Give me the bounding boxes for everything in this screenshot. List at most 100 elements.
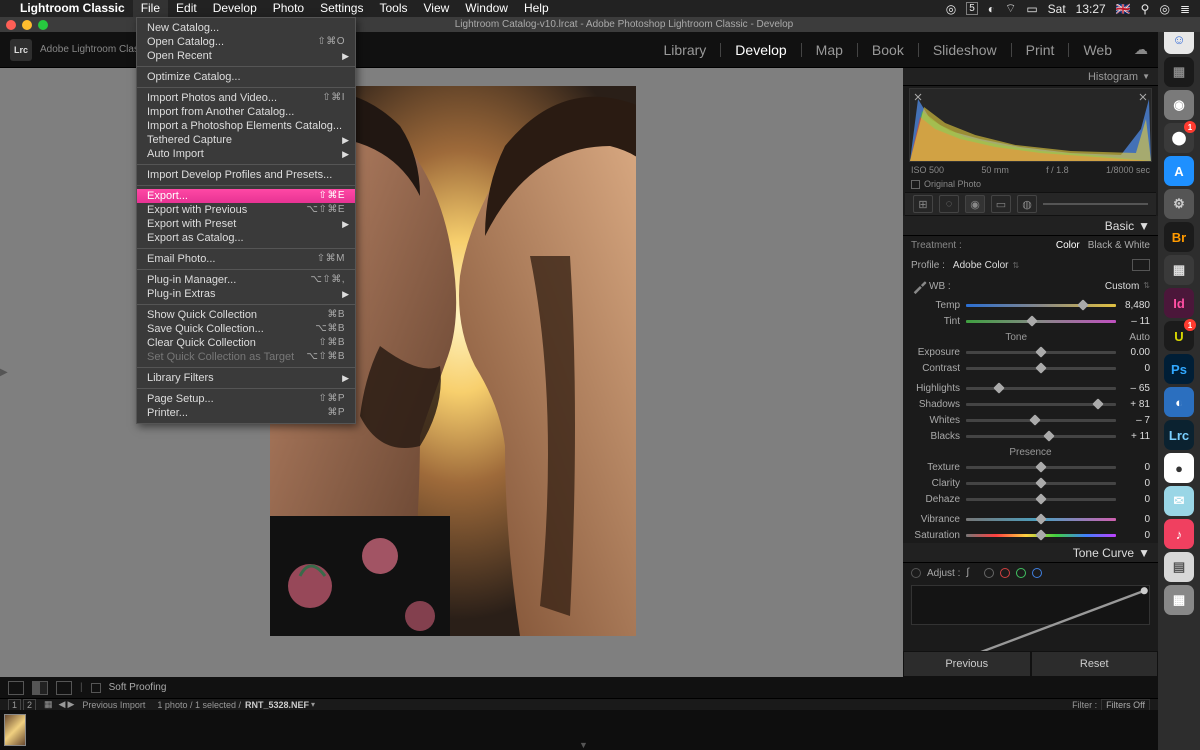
menu-tools[interactable]: Tools (371, 0, 415, 17)
filmstrip-thumbnail[interactable] (4, 714, 26, 746)
slider-value[interactable]: 0 (1116, 478, 1150, 489)
original-checkbox[interactable] (911, 180, 920, 189)
nav-second-icon[interactable]: 2 (23, 699, 36, 711)
module-map[interactable]: Map (810, 42, 849, 58)
module-library[interactable]: Library (658, 42, 713, 58)
slider-track[interactable] (966, 493, 1116, 505)
module-slideshow[interactable]: Slideshow (927, 42, 1003, 58)
slider-value[interactable]: – 7 (1116, 415, 1150, 426)
dock-indesign[interactable]: Id (1164, 288, 1194, 318)
tonecurve-panel-header[interactable]: Tone Curve ▼ (903, 543, 1158, 563)
dock-launchpad[interactable]: ◉ (1164, 90, 1194, 120)
slider-value[interactable]: 0 (1116, 530, 1150, 541)
menu-file[interactable]: File (133, 0, 168, 17)
profile-select[interactable]: Adobe Color (953, 260, 1009, 271)
minimize-button[interactable] (22, 20, 32, 30)
histogram-display[interactable] (909, 88, 1152, 162)
auto-button[interactable]: Auto (1129, 332, 1150, 343)
menu-window[interactable]: Window (457, 0, 516, 17)
slider-value[interactable]: 0 (1116, 494, 1150, 505)
dock-app-2[interactable]: ⬤1 (1164, 123, 1194, 153)
cloud-sync-icon[interactable]: ☁ (1134, 41, 1148, 58)
dock-app-4[interactable]: ◐ (1164, 387, 1194, 417)
menu-item-open-recent[interactable]: Open Recent▶ (137, 49, 355, 63)
menu-item-email-photo[interactable]: Email Photo...⇧⌘M (137, 252, 355, 266)
menu-item-show-quick-collection[interactable]: Show Quick Collection⌘B (137, 308, 355, 322)
treatment-bw[interactable]: Black & White (1088, 240, 1150, 251)
menu-item-import-from-another-catalog[interactable]: Import from Another Catalog... (137, 105, 355, 119)
dock-app-6[interactable]: ▦ (1164, 585, 1194, 615)
dock-photoshop[interactable]: Ps (1164, 354, 1194, 384)
menu-edit[interactable]: Edit (168, 0, 205, 17)
menu-item-plug-in-manager[interactable]: Plug-in Manager...⌥⇧⌘, (137, 273, 355, 287)
menu-item-tethered-capture[interactable]: Tethered Capture▶ (137, 133, 355, 147)
slider-track[interactable] (966, 529, 1116, 541)
menu-item-printer[interactable]: Printer...⌘P (137, 406, 355, 420)
speaker-icon[interactable]: ◐ (988, 2, 995, 16)
slider-track[interactable] (966, 513, 1116, 525)
notification-icon[interactable]: ≣ (1180, 2, 1190, 16)
filmstrip-collapse-icon[interactable]: ▼ (579, 740, 588, 750)
menu-item-open-catalog[interactable]: Open Catalog...⇧⌘O (137, 35, 355, 49)
loupe-view-icon[interactable] (8, 681, 24, 695)
current-filename[interactable]: RNT_5328.NEF (245, 700, 309, 710)
menu-view[interactable]: View (415, 0, 457, 17)
slider-track[interactable] (966, 299, 1116, 311)
language-icon[interactable]: 🇬🇧 (1116, 2, 1131, 16)
dock-lightroom[interactable]: Lrc (1164, 420, 1194, 450)
profile-browser-icon[interactable] (1132, 259, 1150, 271)
redeye-tool-icon[interactable]: ◉ (965, 195, 985, 213)
curve-icon[interactable]: ∫ (966, 567, 978, 579)
menu-item-optimize-catalog[interactable]: Optimize Catalog... (137, 70, 355, 84)
source-label[interactable]: Previous Import (82, 700, 145, 710)
slider-track[interactable] (966, 477, 1116, 489)
menu-item-page-setup[interactable]: Page Setup...⇧⌘P (137, 392, 355, 406)
menu-lightroom-classic[interactable]: Lightroom Classic (12, 0, 133, 17)
menu-item-import-a-photoshop-elements-catalog[interactable]: Import a Photoshop Elements Catalog... (137, 119, 355, 133)
basic-panel-header[interactable]: Basic ▼ (903, 216, 1158, 236)
slider-track[interactable] (966, 398, 1116, 410)
dock-music[interactable]: ♪ (1164, 519, 1194, 549)
original-photo-row[interactable]: Original Photo (903, 176, 1158, 192)
dock-bridge[interactable]: Br (1164, 222, 1194, 252)
dock-app-5[interactable]: ▤ (1164, 552, 1194, 582)
tool-slider[interactable] (1043, 201, 1148, 207)
slider-value[interactable]: + 11 (1116, 431, 1150, 442)
target-adjust-icon[interactable] (911, 568, 921, 578)
slider-track[interactable] (966, 430, 1116, 442)
grad-tool-icon[interactable]: ◍ (1017, 195, 1037, 213)
dock-app-store[interactable]: A (1164, 156, 1194, 186)
previous-button[interactable]: Previous (903, 651, 1031, 677)
tone-curve-graph[interactable] (911, 585, 1150, 625)
chevron-updown-icon[interactable]: ⇅ (1143, 281, 1150, 292)
status-icon[interactable]: ◎ (946, 2, 956, 16)
slider-track[interactable] (966, 414, 1116, 426)
forward-icon[interactable]: ▶ (67, 699, 74, 710)
dock-app-1[interactable]: ▦ (1164, 57, 1194, 87)
compare-icon[interactable] (56, 681, 72, 695)
close-button[interactable] (6, 20, 16, 30)
menu-photo[interactable]: Photo (265, 0, 312, 17)
blue-channel-icon[interactable] (1032, 568, 1042, 578)
module-develop[interactable]: Develop (729, 42, 792, 58)
spot-tool-icon[interactable]: ◌ (939, 195, 959, 213)
menu-item-export-as-catalog[interactable]: Export as Catalog... (137, 231, 355, 245)
mask-tool-icon[interactable]: ▭ (991, 195, 1011, 213)
control-center-icon[interactable]: ◎ (1159, 2, 1169, 16)
red-channel-icon[interactable] (1000, 568, 1010, 578)
wb-select[interactable]: Custom (1105, 281, 1139, 292)
module-book[interactable]: Book (866, 42, 910, 58)
menu-develop[interactable]: Develop (205, 0, 265, 17)
left-panel-expand-handle[interactable]: ▶ (0, 353, 8, 393)
chevron-down-icon[interactable]: ▾ (311, 700, 315, 709)
dock-chrome[interactable]: ● (1164, 453, 1194, 483)
menu-item-export-with-previous[interactable]: Export with Previous⌥⇧⌘E (137, 203, 355, 217)
dock-settings[interactable]: ⚙ (1164, 189, 1194, 219)
menu-help[interactable]: Help (516, 0, 557, 17)
menu-item-import-develop-profiles-and-presets[interactable]: Import Develop Profiles and Presets... (137, 168, 355, 182)
slider-value[interactable]: + 81 (1116, 399, 1150, 410)
menu-item-save-quick-collection[interactable]: Save Quick Collection...⌥⌘B (137, 322, 355, 336)
dock-messages[interactable]: ✉ (1164, 486, 1194, 516)
slider-value[interactable]: 0 (1116, 462, 1150, 473)
slider-value[interactable]: 0 (1116, 514, 1150, 525)
